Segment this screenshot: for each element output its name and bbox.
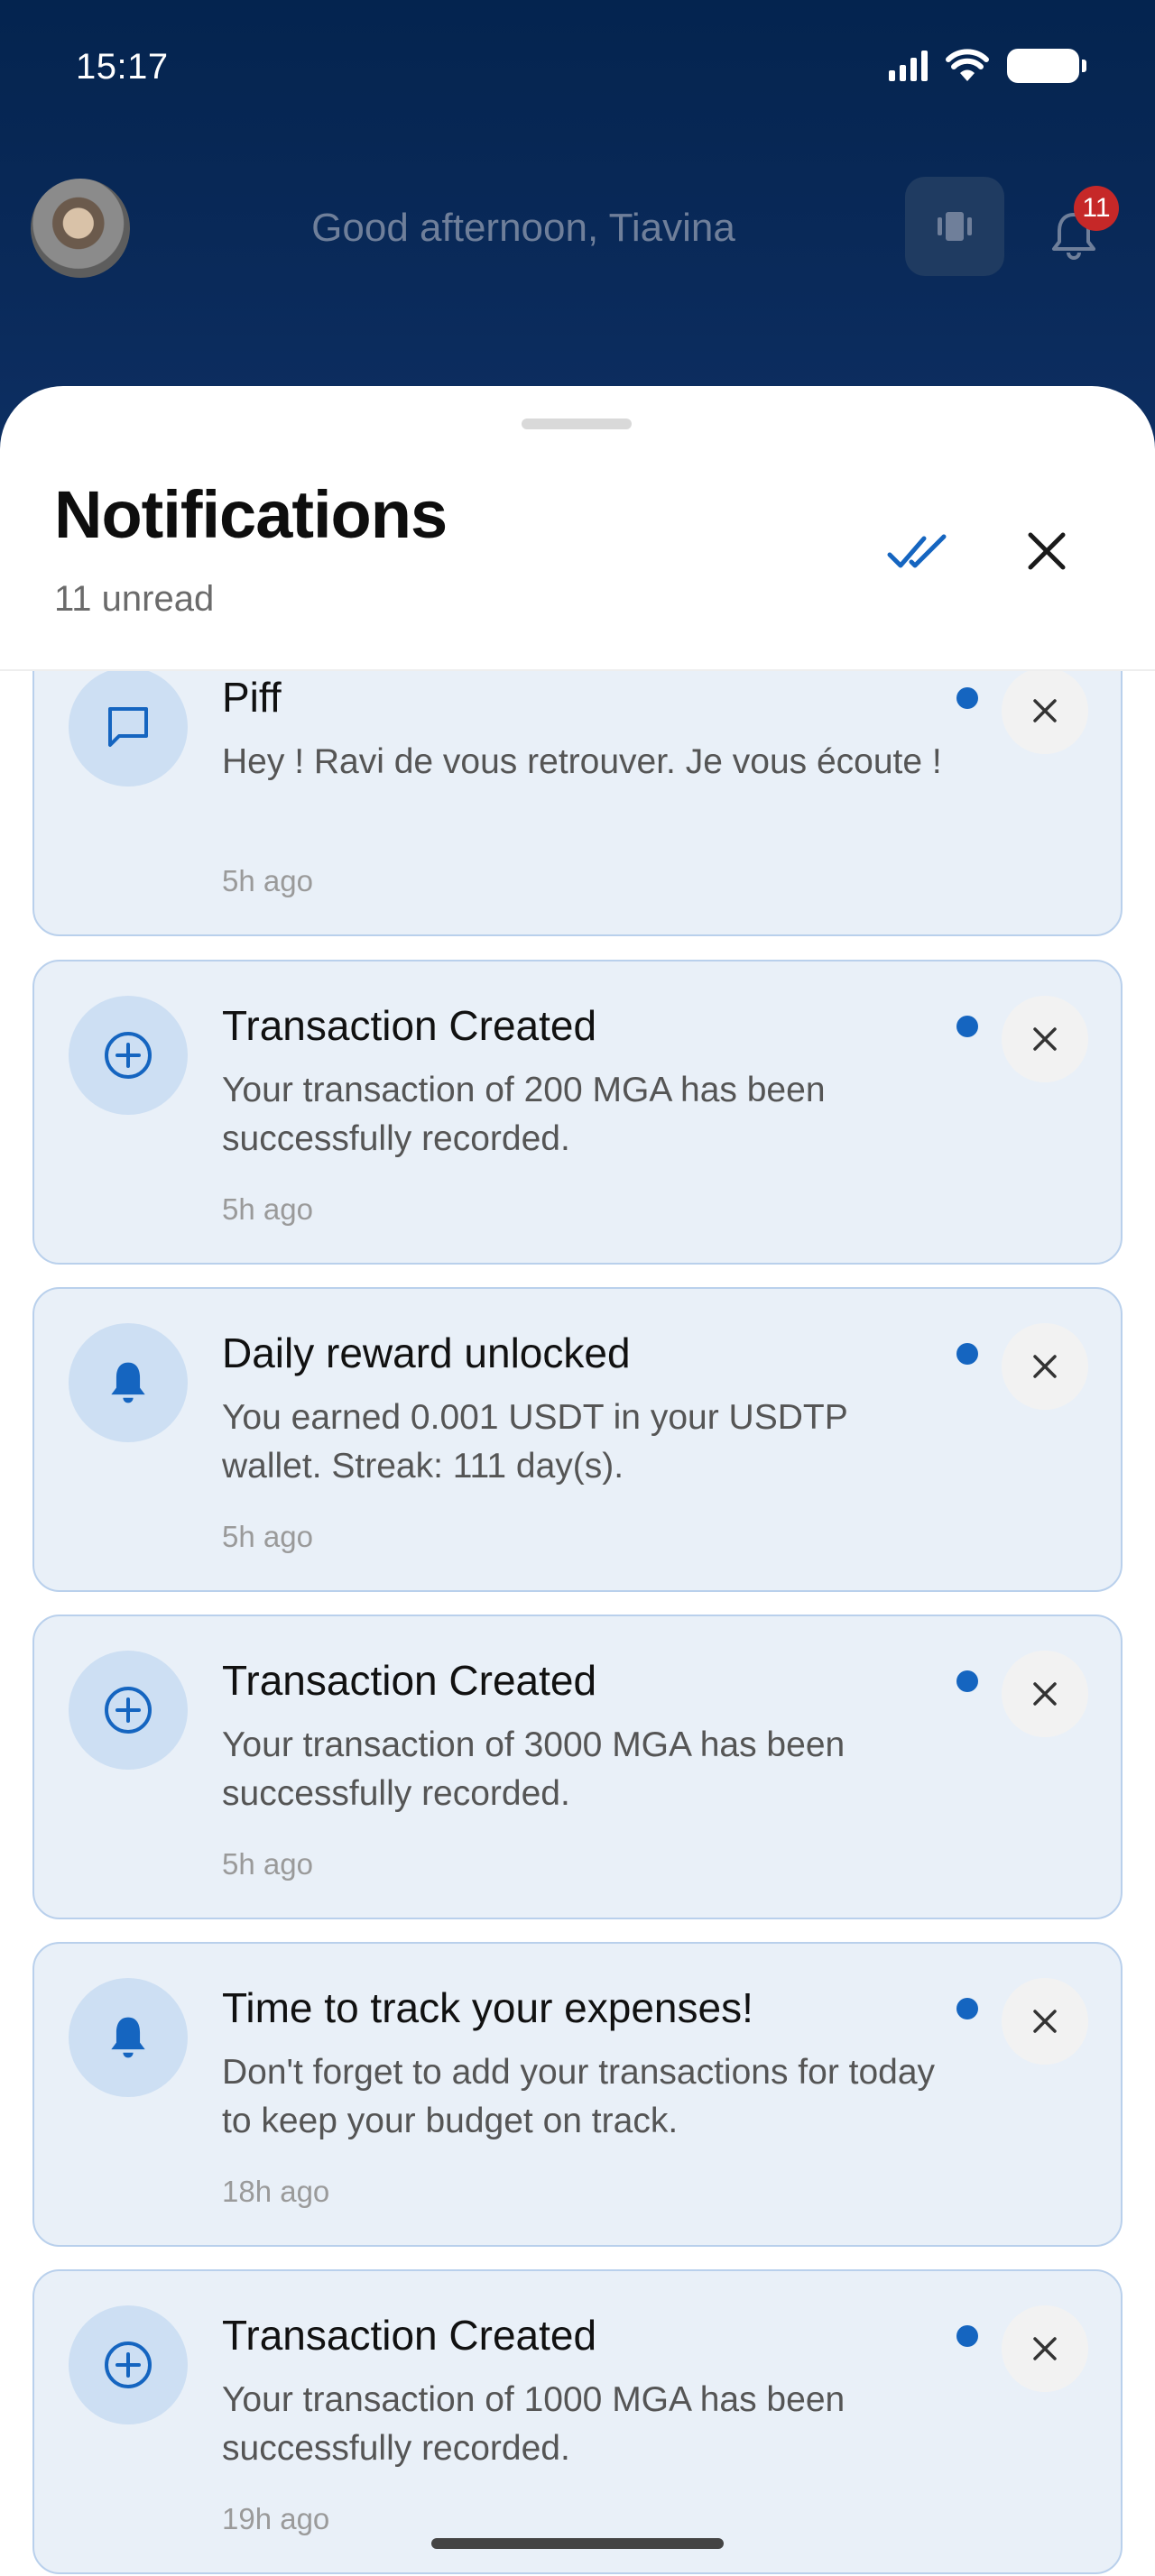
close-icon <box>1033 1682 1057 1706</box>
notification-title: Transaction Created <box>222 2312 597 2359</box>
sheet-title: Notifications <box>54 477 448 552</box>
signal-icon <box>889 51 928 81</box>
notification-message: Your transaction of 3000 MGA has been su… <box>222 1725 845 1813</box>
close-icon <box>1028 532 1066 570</box>
notification-card[interactable]: Daily reward unlocked You earned 0.001 U… <box>32 1287 1123 1592</box>
dismiss-button[interactable] <box>1002 671 1088 754</box>
plus-circle-icon <box>105 2341 152 2388</box>
unread-indicator <box>956 1998 978 2019</box>
wifi-icon <box>946 49 989 81</box>
mark-all-read-button[interactable] <box>877 520 958 583</box>
unread-indicator <box>956 1016 978 1037</box>
notification-message: Your transaction of 1000 MGA has been su… <box>222 2380 845 2468</box>
unread-indicator <box>956 1343 978 1365</box>
close-icon <box>1033 2337 1057 2360</box>
notification-time: 5h ago <box>222 1520 313 1553</box>
notification-time: 19h ago <box>222 2502 330 2535</box>
vibration-icon <box>938 212 972 241</box>
close-icon <box>1033 699 1057 722</box>
notification-message: You earned 0.001 USDT in your USDTP wall… <box>222 1398 848 1486</box>
notification-card[interactable]: Time to track your expenses! Don't forge… <box>32 1942 1123 2247</box>
notification-title: Transaction Created <box>222 1002 597 1049</box>
unread-count: 11 unread <box>54 579 215 619</box>
notification-card[interactable]: Transaction Created Your transaction of … <box>32 1615 1123 1919</box>
unread-indicator <box>956 2325 978 2347</box>
dismiss-button[interactable] <box>1002 1978 1088 2065</box>
close-icon <box>1033 2010 1057 2033</box>
status-icons <box>889 49 1086 83</box>
notification-time: 5h ago <box>222 1847 313 1881</box>
notification-message: Don't forget to add your transactions fo… <box>222 2053 936 2140</box>
notification-title: Time to track your expenses! <box>222 1984 753 2031</box>
greeting-text: Good afternoon, Tiavina <box>311 206 735 250</box>
notification-card[interactable]: Transaction Created Your transaction of … <box>32 2269 1123 2574</box>
notification-time: 5h ago <box>222 864 313 897</box>
home-indicator <box>431 2538 724 2549</box>
app-header: Good afternoon, Tiavina 11 <box>0 171 1155 280</box>
notification-card[interactable]: Transaction Created Your transaction of … <box>32 960 1123 1265</box>
chat-icon <box>108 707 148 747</box>
notifications-button[interactable]: 11 <box>1047 186 1119 262</box>
notification-title: Daily reward unlocked <box>222 1329 631 1376</box>
unread-indicator <box>956 1670 978 1692</box>
notification-type-icon <box>69 996 188 1115</box>
drag-handle[interactable] <box>522 419 632 429</box>
plus-circle-icon <box>105 1032 152 1079</box>
notification-time: 18h ago <box>222 2175 330 2208</box>
notification-title: Transaction Created <box>222 1657 597 1704</box>
notifications-sheet: Notifications 11 unread Piff Hey ! Ravi … <box>0 386 1155 2576</box>
close-sheet-button[interactable] <box>1011 520 1083 583</box>
battery-icon <box>1007 49 1086 83</box>
notification-count-badge: 11 <box>1074 186 1119 231</box>
dismiss-button[interactable] <box>1002 996 1088 1082</box>
close-icon <box>1033 1355 1057 1378</box>
notification-type-icon <box>69 1323 188 1442</box>
notification-type-icon <box>69 1651 188 1770</box>
notification-type-icon <box>69 1978 188 2097</box>
bell-icon <box>111 1362 145 1403</box>
vibration-toggle-button[interactable] <box>905 177 1004 276</box>
unread-indicator <box>956 687 978 709</box>
notification-type-icon <box>69 671 188 787</box>
notification-message: Your transaction of 200 MGA has been suc… <box>222 1071 826 1158</box>
dismiss-button[interactable] <box>1002 2305 1088 2392</box>
status-bar: 15:17 <box>0 0 1155 135</box>
notification-list[interactable]: Piff Hey ! Ravi de vous retrouver. Je vo… <box>0 671 1155 2576</box>
notification-title: Piff <box>222 674 282 721</box>
plus-circle-icon <box>105 1687 152 1734</box>
status-time: 15:17 <box>76 47 169 87</box>
notification-message: Hey ! Ravi de vous retrouver. Je vous éc… <box>222 742 942 781</box>
bell-icon <box>111 2017 145 2058</box>
close-icon <box>1033 1027 1057 1051</box>
double-check-icon <box>887 534 947 568</box>
notification-time: 5h ago <box>222 1192 313 1226</box>
notification-card[interactable]: Piff Hey ! Ravi de vous retrouver. Je vo… <box>32 671 1123 936</box>
dismiss-button[interactable] <box>1002 1651 1088 1737</box>
notification-type-icon <box>69 2305 188 2424</box>
dismiss-button[interactable] <box>1002 1323 1088 1410</box>
